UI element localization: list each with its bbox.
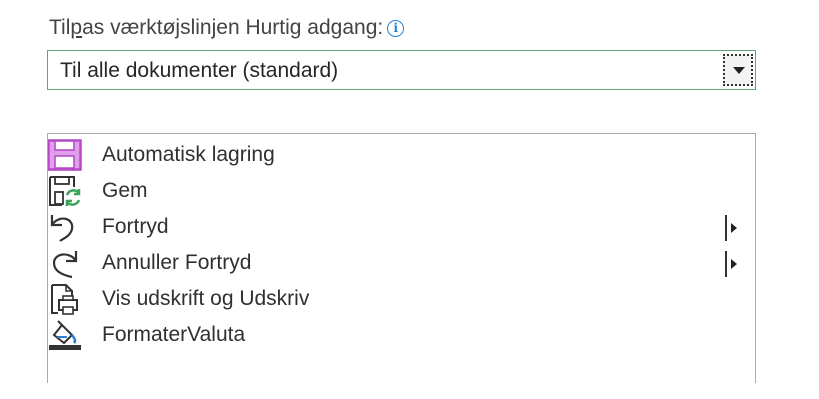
customize-qat-label-text: Tilpas værktøjslinjen Hurtig adgang: (49, 16, 384, 39)
list-item-autosave[interactable]: Automatisk lagring (47, 137, 755, 173)
autosave-icon (47, 139, 82, 171)
list-item-print-preview[interactable]: Vis udskrift og Udskriv (48, 281, 755, 317)
customize-qat-label: Tilpas værktøjslinjen Hurtig adgang: i (49, 16, 405, 40)
list-item-label: Annuller Fortryd (102, 251, 252, 274)
list-item-label: Fortryd (102, 215, 169, 238)
list-item-label: Automatisk lagring (102, 143, 275, 166)
save-icon (48, 175, 82, 207)
redo-icon (48, 247, 82, 279)
print-preview-icon (48, 283, 82, 315)
list-item-redo[interactable]: Annuller Fortryd (48, 245, 755, 281)
submenu-arrow-icon[interactable] (725, 215, 739, 241)
list-item-format-currency[interactable]: FormaterValuta (48, 317, 755, 353)
list-item-save[interactable]: Gem (48, 173, 755, 209)
list-item-label: Gem (102, 179, 148, 202)
list-item-label: Vis udskrift og Udskriv (102, 287, 310, 310)
customize-scope-value: Til alle dokumenter (standard) (60, 59, 339, 82)
list-item-label: FormaterValuta (102, 323, 246, 346)
undo-icon (48, 211, 82, 243)
list-item-undo[interactable]: Fortryd (48, 209, 755, 245)
submenu-arrow-icon[interactable] (725, 251, 739, 277)
chevron-down-icon[interactable] (723, 54, 753, 86)
format-currency-icon (48, 319, 82, 351)
customize-scope-dropdown[interactable]: Til alle dokumenter (standard) (47, 50, 756, 90)
qat-command-list[interactable]: Automatisk lagring Gem Fortryd Annuller … (47, 133, 756, 383)
info-icon[interactable]: i (387, 19, 405, 37)
